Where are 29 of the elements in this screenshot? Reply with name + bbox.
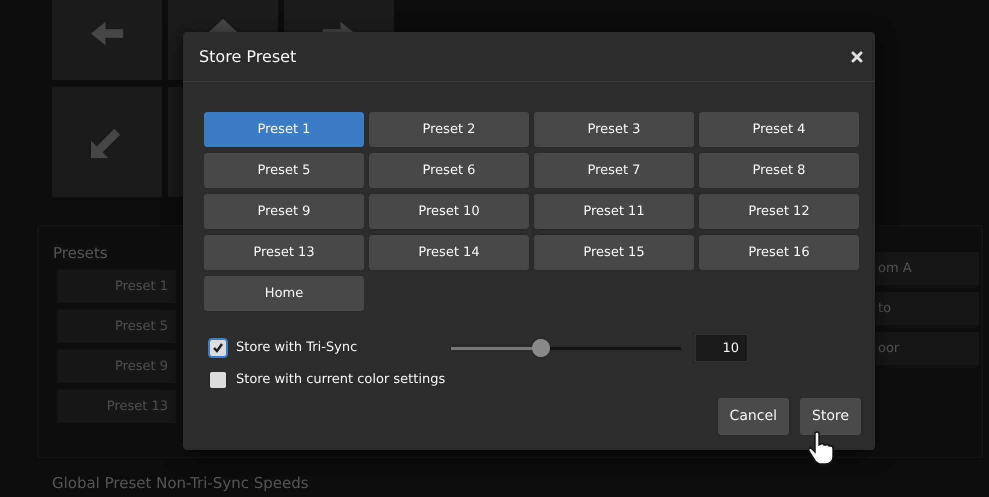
panel-title: Presets: [53, 243, 108, 264]
preset-button[interactable]: Preset 7: [534, 153, 694, 188]
preset-button[interactable]: Preset 13: [204, 235, 364, 270]
preset-button[interactable]: Preset 6: [369, 153, 529, 188]
preset-button[interactable]: Preset 14: [369, 235, 529, 270]
close-icon[interactable]: [851, 50, 863, 62]
preset-button[interactable]: Preset 15: [534, 235, 694, 270]
preset-button[interactable]: Preset 9: [204, 194, 364, 229]
dialog-title: Store Preset: [199, 46, 296, 68]
dialog-button[interactable]: Cancel: [718, 398, 789, 435]
preset-button[interactable]: Preset 8: [699, 153, 859, 188]
preset-button[interactable]: Preset 1: [204, 112, 364, 147]
preset-button[interactable]: Preset 11: [534, 194, 694, 229]
section-title: Global Preset Non-Tri-Sync Speeds: [51, 473, 310, 494]
preset-button[interactable]: Preset 12: [699, 194, 859, 229]
preset-button[interactable]: Preset 2: [369, 112, 529, 147]
preset-button[interactable]: Preset 5: [204, 153, 364, 188]
preset-button[interactable]: Home: [204, 276, 364, 311]
preset-button[interactable]: Preset 3: [534, 112, 694, 147]
checkbox[interactable]: [210, 372, 226, 388]
preset-button[interactable]: Preset 10: [369, 194, 529, 229]
preset-button[interactable]: Preset 4: [699, 112, 859, 147]
checkbox[interactable]: [210, 340, 226, 356]
dialog-button[interactable]: Store: [800, 398, 861, 435]
speed-field[interactable]: 10: [695, 334, 748, 362]
option-label: Store with Tri-Sync: [236, 339, 358, 358]
preset-button[interactable]: Preset 16: [699, 235, 859, 270]
hand-cursor-icon: [806, 430, 836, 466]
option-label: Store with current color settings: [236, 371, 446, 390]
